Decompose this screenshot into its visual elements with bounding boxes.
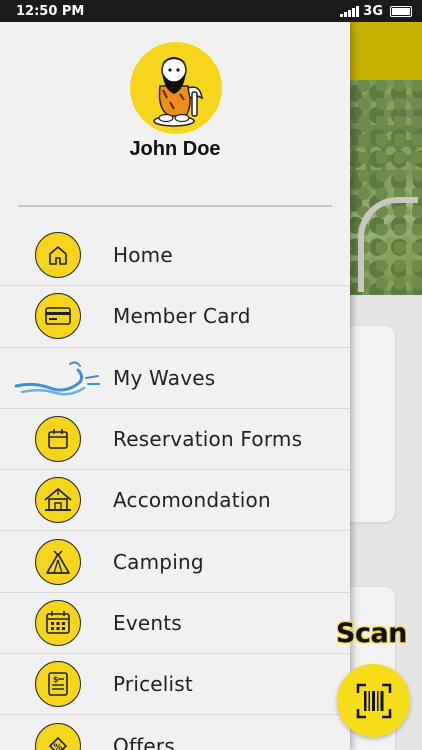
header-divider xyxy=(18,205,332,207)
status-icons: 3G xyxy=(340,4,412,19)
home-icon xyxy=(35,232,81,279)
menu-item-home[interactable]: Home xyxy=(0,225,350,287)
menu-item-label: Events xyxy=(113,610,182,635)
wave-icon xyxy=(14,358,100,398)
status-time: 12:50 PM xyxy=(16,3,85,19)
menu-item-label: My Waves xyxy=(113,365,216,390)
menu-item-reservation-forms[interactable]: Reservation Forms xyxy=(0,409,350,471)
bungalow-icon xyxy=(35,477,81,524)
signal-icon xyxy=(340,5,360,17)
menu-item-my-waves[interactable]: My Waves xyxy=(0,348,350,409)
card-icon xyxy=(35,293,81,340)
menu-item-label: Camping xyxy=(113,549,204,574)
events-calendar-icon xyxy=(35,599,81,646)
network-type: 3G xyxy=(363,3,383,19)
svg-text:%: % xyxy=(54,743,63,750)
aerial-road xyxy=(358,197,418,292)
menu-item-label: Pricelist xyxy=(113,672,193,697)
battery-icon xyxy=(390,5,412,17)
menu-item-member-card[interactable]: Member Card xyxy=(0,286,350,348)
status-bar: 12:50 PM 3G xyxy=(0,0,422,22)
menu-item-label: Offers xyxy=(113,733,175,750)
tent-icon xyxy=(35,538,81,585)
menu-item-accomondation[interactable]: Accomondation xyxy=(0,470,350,532)
menu-item-camping[interactable]: Camping xyxy=(0,531,350,593)
menu-item-events[interactable]: Events xyxy=(0,593,350,655)
menu-item-offers[interactable]: % Offers xyxy=(0,715,350,750)
calendar-icon xyxy=(35,416,81,463)
drawer-menu: Home Member Card My Waves Reservation Fo… xyxy=(0,225,350,750)
scan-button[interactable] xyxy=(337,664,410,737)
menu-item-pricelist[interactable]: $ Pricelist xyxy=(0,654,350,716)
user-name: John Doe xyxy=(129,138,221,160)
navigation-drawer: John Doe Home Member Card My Waves Reser… xyxy=(0,22,350,750)
scan-label: Scan xyxy=(336,618,407,649)
menu-item-label: Home xyxy=(113,243,173,268)
caveman-avatar-icon xyxy=(153,57,203,127)
user-avatar[interactable] xyxy=(130,42,222,134)
percent-tag-icon: % xyxy=(35,722,81,750)
pricelist-icon: $ xyxy=(35,661,81,708)
menu-item-label: Reservation Forms xyxy=(113,427,303,452)
barcode-icon xyxy=(356,683,391,718)
menu-item-label: Accomondation xyxy=(113,488,271,513)
menu-item-label: Member Card xyxy=(113,304,251,329)
